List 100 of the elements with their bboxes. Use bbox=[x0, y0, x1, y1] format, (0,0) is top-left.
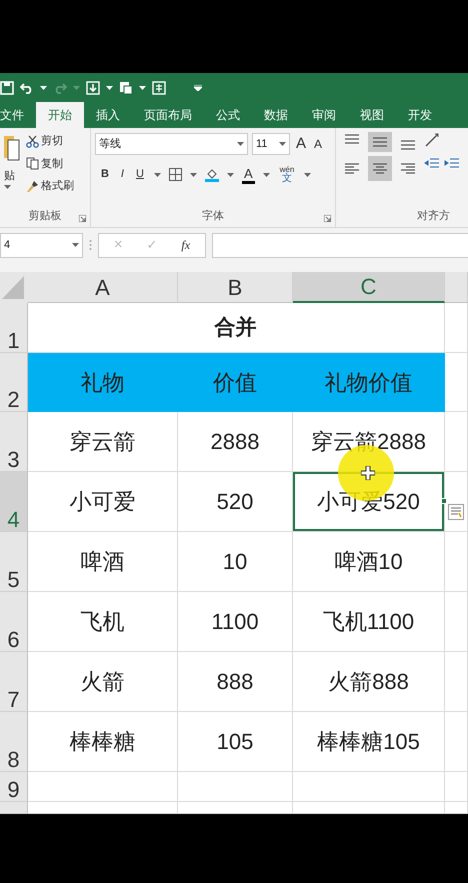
table-cell bbox=[445, 353, 468, 412]
scissors-icon bbox=[26, 134, 39, 148]
font-color-button[interactable]: A bbox=[242, 166, 255, 184]
align-center-button[interactable] bbox=[368, 156, 392, 181]
caret-icon[interactable] bbox=[139, 86, 146, 90]
table-cell bbox=[445, 592, 468, 652]
caret-icon bbox=[278, 142, 286, 146]
quick-analysis-icon[interactable] bbox=[448, 504, 464, 520]
table-cell bbox=[445, 532, 468, 592]
fill-color-icon[interactable] bbox=[204, 168, 219, 182]
header-cell: 礼物价值 bbox=[293, 353, 445, 412]
align-icon bbox=[400, 140, 416, 150]
customize-icon[interactable] bbox=[194, 84, 202, 90]
font-name-field[interactable]: 等线 bbox=[94, 133, 248, 156]
header-cell: 价值 bbox=[178, 353, 293, 412]
borders-icon[interactable] bbox=[168, 168, 182, 181]
undo-icon[interactable] bbox=[20, 82, 34, 94]
table-cell: 飞机 bbox=[28, 592, 178, 652]
row-header[interactable]: 6 bbox=[0, 592, 28, 652]
copy-button[interactable]: 复制 bbox=[24, 154, 76, 173]
table-cell: 棒棒糖105 bbox=[293, 712, 445, 772]
row-header[interactable]: 4 bbox=[0, 472, 28, 532]
dialog-launcher-icon[interactable] bbox=[324, 215, 331, 222]
ribbon-tab[interactable]: 公式 bbox=[204, 102, 252, 128]
table-cell: 啤酒 bbox=[28, 532, 178, 592]
group-label: 对齐方 bbox=[416, 208, 450, 224]
table-cell bbox=[445, 772, 468, 802]
document-icon[interactable] bbox=[119, 80, 133, 94]
table-cell: 火箭 bbox=[28, 652, 178, 712]
row-header[interactable]: 8 bbox=[0, 712, 28, 772]
table-cell bbox=[445, 802, 468, 814]
align-middle-button[interactable] bbox=[368, 132, 392, 152]
align-icon bbox=[372, 137, 388, 147]
font-size-field[interactable]: 11 bbox=[252, 133, 290, 156]
group-label: 字体 bbox=[200, 208, 225, 224]
row-header[interactable]: 3 bbox=[0, 412, 28, 472]
orientation-icon[interactable] bbox=[424, 132, 440, 148]
caret-icon bbox=[236, 142, 244, 146]
column-header[interactable]: B bbox=[178, 272, 293, 303]
table-cell bbox=[445, 303, 468, 353]
header-cell: 礼物 bbox=[28, 353, 178, 412]
align-icon bbox=[400, 163, 416, 174]
row-header[interactable]: 1 bbox=[0, 303, 28, 353]
table-cell: 小可爱 bbox=[28, 472, 178, 532]
bold-button[interactable]: B bbox=[98, 165, 111, 184]
caret-icon[interactable] bbox=[40, 86, 47, 90]
align-icon bbox=[344, 163, 360, 174]
formula-field[interactable] bbox=[212, 232, 468, 258]
row-header[interactable]: 2 bbox=[0, 353, 28, 412]
row-header[interactable]: 7 bbox=[0, 652, 28, 712]
row-header[interactable]: 5 bbox=[0, 532, 28, 592]
ribbon-tab[interactable]: 审阅 bbox=[300, 102, 348, 128]
caret-icon[interactable] bbox=[190, 172, 197, 176]
table-cell: 105 bbox=[178, 712, 293, 772]
ribbon-tab[interactable]: 开始 bbox=[36, 102, 84, 128]
table-cell: 520 bbox=[178, 472, 293, 532]
format-painter-button[interactable]: 格式刷 bbox=[24, 177, 76, 196]
italic-button[interactable]: I bbox=[118, 165, 126, 184]
paste-button[interactable]: 贴 bbox=[4, 168, 15, 184]
grip-icon bbox=[89, 239, 92, 251]
caret-icon bbox=[72, 243, 79, 247]
download-icon[interactable] bbox=[86, 80, 100, 94]
column-header[interactable]: C bbox=[293, 272, 445, 303]
ribbon-tab[interactable]: 文件 bbox=[0, 102, 36, 128]
table-cell: 飞机1100 bbox=[293, 592, 445, 652]
caret-icon[interactable] bbox=[304, 172, 312, 176]
table-cell: 穿云箭 bbox=[28, 412, 178, 472]
ribbon-tab[interactable]: 插入 bbox=[84, 102, 132, 128]
phonetic-button[interactable]: wén 文 bbox=[278, 164, 296, 184]
fill-handle[interactable] bbox=[441, 498, 447, 504]
column-header[interactable]: A bbox=[28, 272, 178, 303]
underline-button[interactable]: U bbox=[134, 165, 146, 184]
name-box[interactable]: 4 bbox=[0, 232, 83, 258]
caret-icon[interactable] bbox=[226, 172, 234, 176]
ribbon-tab[interactable]: 开发 bbox=[396, 102, 444, 128]
row-header[interactable]: 9 bbox=[0, 772, 28, 802]
copy-icon bbox=[26, 157, 39, 170]
ribbon-tab[interactable]: 页面布局 bbox=[132, 102, 204, 128]
table-cell bbox=[445, 652, 468, 712]
table-cell: 2888 bbox=[178, 412, 293, 472]
sheet-icon[interactable] bbox=[152, 80, 166, 94]
align-icon bbox=[344, 134, 360, 144]
ribbon-tab[interactable]: 数据 bbox=[252, 102, 300, 128]
ribbon-tab[interactable]: 视图 bbox=[348, 102, 396, 128]
table-cell: 10 bbox=[178, 532, 293, 592]
group-label: 剪贴板 bbox=[27, 208, 62, 224]
caret-icon[interactable] bbox=[262, 172, 270, 176]
caret-icon[interactable] bbox=[4, 184, 11, 188]
grow-font-button[interactable]: A bbox=[294, 132, 308, 156]
caret-icon[interactable] bbox=[106, 86, 113, 90]
cut-button[interactable]: 剪切 bbox=[24, 132, 76, 150]
table-cell bbox=[445, 712, 468, 772]
insert-function-button[interactable]: fx bbox=[179, 235, 192, 255]
save-icon[interactable] bbox=[0, 80, 14, 94]
table-cell: 火箭888 bbox=[293, 652, 445, 712]
cursor-icon bbox=[361, 466, 375, 480]
caret-icon[interactable] bbox=[154, 172, 161, 176]
shrink-font-button[interactable]: A bbox=[312, 134, 324, 154]
align-icon bbox=[372, 163, 388, 174]
dialog-launcher-icon[interactable] bbox=[78, 215, 86, 222]
